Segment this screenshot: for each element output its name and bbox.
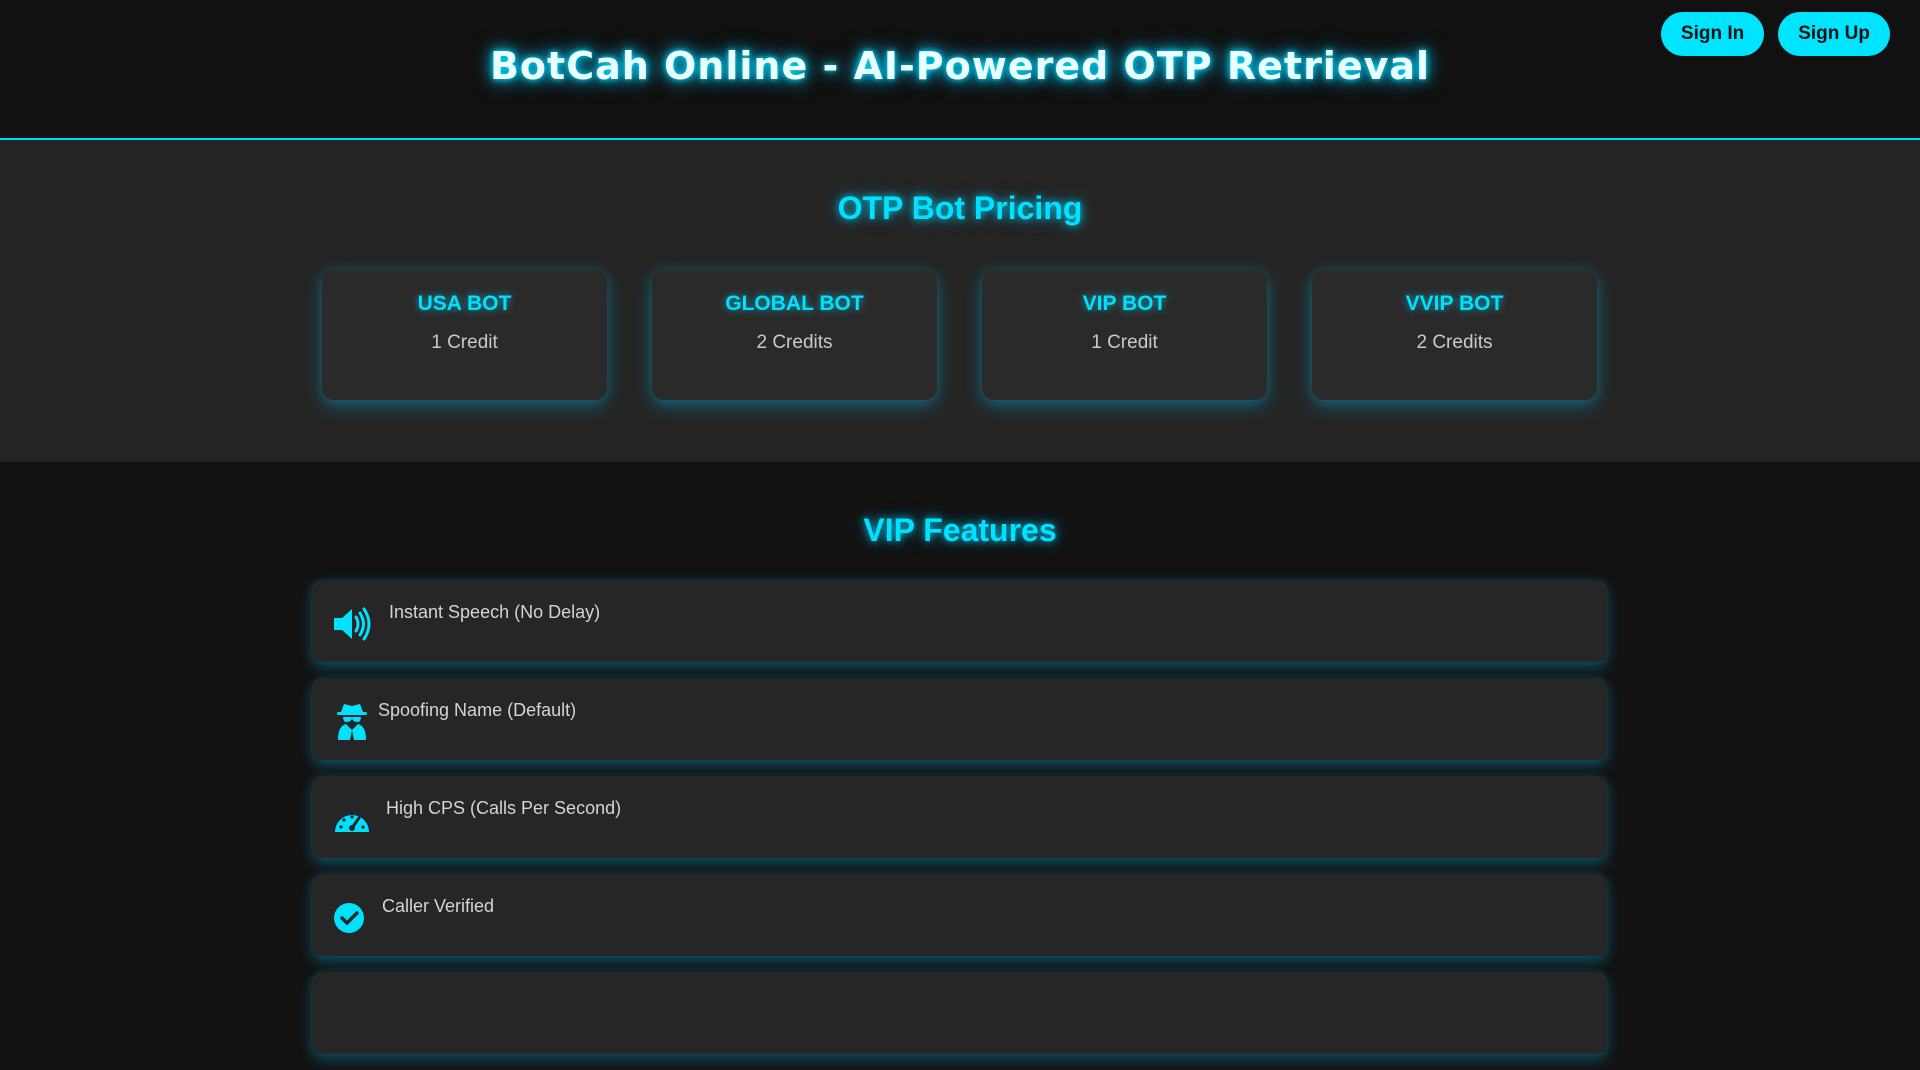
feature-label: High CPS (Calls Per Second) [386,798,622,818]
feature-list: Instant Speech (No Delay) Spoofing Name … [312,580,1607,1070]
sign-up-button[interactable]: Sign Up [1778,12,1890,56]
plan-card-usa-bot: USA BOT 1 Credit [322,270,607,400]
features-section: VIP Features Instant Speech (No Delay) S… [0,462,1920,1054]
spy-icon [332,702,372,742]
feature-item-partial [312,972,1607,1054]
feature-item-spoofing-name: Spoofing Name (Default) [312,678,1607,760]
features-title: VIP Features [863,512,1057,548]
pricing-section: OTP Bot Pricing USA BOT 1 Credit GLOBAL … [0,140,1920,462]
plan-name: VVIP BOT [1405,292,1504,315]
check-circle-icon [332,898,372,938]
plan-price: 2 Credits [756,332,833,353]
plan-card-vip-bot: VIP BOT 1 Credit [982,270,1267,400]
plan-price: 1 Credit [431,332,498,353]
feature-item-instant-speech: Instant Speech (No Delay) [312,580,1607,662]
auth-buttons: Sign In Sign Up [1660,12,1890,56]
site-header: BotCah Online - AI-Powered OTP Retrieval… [0,0,1920,140]
speaker-icon [332,604,372,644]
feature-label: Instant Speech (No Delay) [389,602,601,622]
site-title: BotCah Online - AI-Powered OTP Retrieval [489,44,1431,88]
plan-card-global-bot: GLOBAL BOT 2 Credits [652,270,937,400]
feature-item-high-cps: High CPS (Calls Per Second) [312,776,1607,858]
feature-label: Caller Verified [382,896,495,916]
feature-item-caller-verified: Caller Verified [312,874,1607,956]
plan-name: GLOBAL BOT [725,292,864,315]
feature-label: Spoofing Name (Default) [378,700,577,720]
sign-in-button[interactable]: Sign In [1660,12,1765,56]
plan-name: USA BOT [417,292,512,315]
plan-price: 2 Credits [1416,332,1493,353]
pricing-title: OTP Bot Pricing [837,190,1083,226]
plan-name: VIP BOT [1082,292,1167,315]
plan-price: 1 Credit [1091,332,1158,353]
plan-card-vvip-bot: VVIP BOT 2 Credits [1312,270,1597,400]
plan-list: USA BOT 1 Credit GLOBAL BOT 2 Credits VI… [322,270,1597,400]
speedometer-icon [332,800,372,840]
